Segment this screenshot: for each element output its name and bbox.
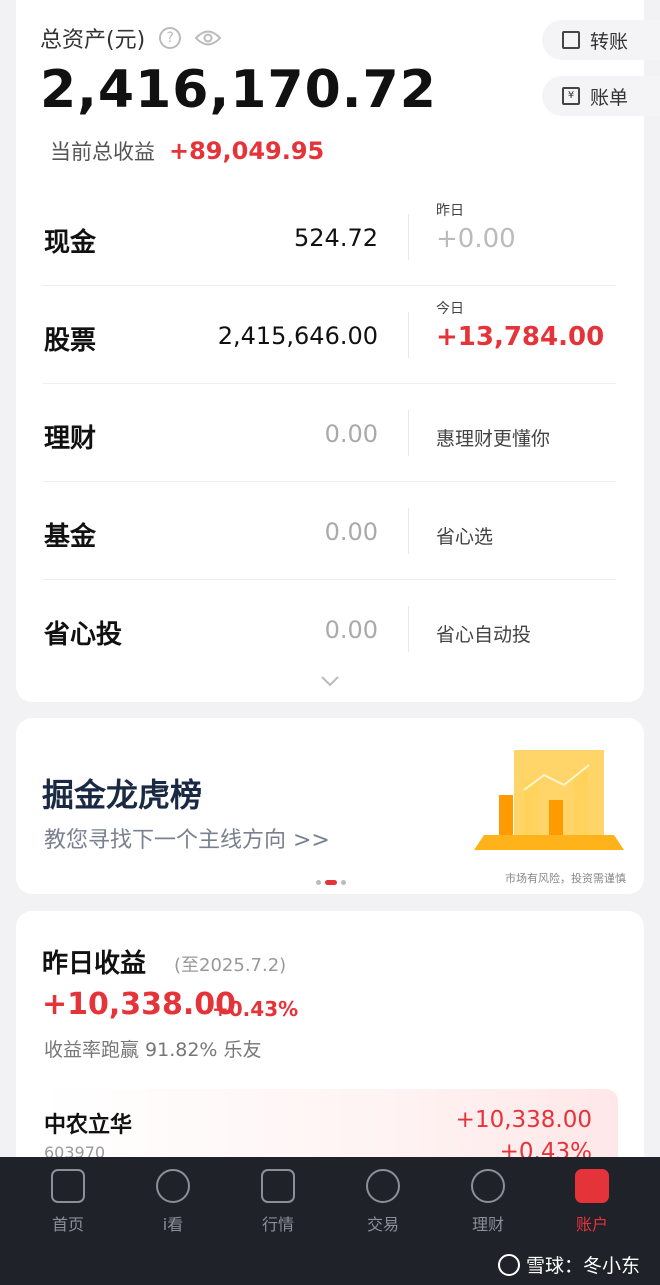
asset-name: 省心投 (44, 620, 123, 650)
wealth-icon (471, 1169, 505, 1203)
risk-disclaimer: 市场有风险，投资需谨慎 (505, 872, 626, 885)
carousel-dot-active (325, 880, 337, 885)
nav-account[interactable]: 账户 (552, 1169, 632, 1235)
row-divider (408, 606, 409, 652)
snowball-logo-icon (497, 1253, 520, 1276)
watermark-text: 雪球：冬小东 (525, 1255, 640, 1277)
total-assets-label-row: 总资产(元) ? (40, 22, 222, 54)
yesterday-profit-title: 昨日收益 (42, 949, 147, 979)
nav-label: 理财 (471, 1215, 504, 1234)
transfer-button[interactable]: 转账 (542, 20, 660, 60)
nav-trade[interactable]: 交易 (343, 1169, 423, 1235)
asset-note: 省心选 (436, 526, 494, 548)
asset-note: 省心自动投 (436, 624, 532, 646)
chart-icon (261, 1169, 295, 1203)
yesterday-profit-date: (至2025.7.2) (174, 955, 287, 976)
asset-name: 股票 (44, 326, 97, 356)
asset-name: 理财 (44, 424, 97, 454)
carousel-dots (316, 880, 346, 885)
nav-watch[interactable]: i看 (133, 1169, 213, 1235)
nav-market[interactable]: 行情 (238, 1169, 318, 1235)
banner-subtitle: 教您寻找下一个主线方向 >> (44, 828, 330, 853)
row-divider (408, 214, 409, 260)
play-icon (156, 1169, 190, 1203)
total-assets-value: 2,416,170.72 (40, 60, 437, 120)
bill-label: 账单 (590, 86, 629, 109)
nav-label: 行情 (261, 1215, 294, 1234)
yesterday-profit-value: +10,338.00 (42, 987, 237, 1022)
banner-chart-illustration (474, 740, 624, 874)
asset-card: 总资产(元) ? 2,416,170.72 当前总收益 +89,049.95 转… (16, 0, 660, 702)
total-assets-label: 总资产(元) (40, 28, 146, 53)
bottom-navigation: 首页 i看 行情 交易 理财 账户 雪球：冬小东 (0, 1157, 660, 1285)
transfer-icon (562, 31, 580, 49)
asset-name: 基金 (44, 522, 97, 552)
asset-row-stocks[interactable]: 股票 2,415,646.00 今日 +13,784.00 (42, 286, 616, 384)
nav-wealth[interactable]: 理财 (448, 1169, 528, 1235)
asset-amount: 0.00 (324, 616, 378, 644)
nav-label: 交易 (366, 1215, 399, 1234)
home-icon (51, 1169, 85, 1203)
asset-amount: 2,415,646.00 (217, 322, 378, 350)
exchange-icon (366, 1169, 400, 1203)
help-icon[interactable]: ? (159, 27, 182, 49)
row-divider (408, 410, 409, 456)
account-icon (575, 1169, 609, 1203)
nav-label: 账户 (575, 1215, 608, 1234)
asset-amount: 0.00 (324, 420, 378, 448)
asset-name: 现金 (44, 228, 97, 258)
eye-icon[interactable] (195, 29, 222, 47)
banner-title: 掘金龙虎榜 (42, 776, 203, 814)
asset-row-auto-invest[interactable]: 省心投 0.00 省心自动投 (42, 580, 616, 678)
total-profit-row: 当前总收益 +89,049.95 (50, 136, 324, 166)
watermark: 雪球：冬小东 (497, 1251, 640, 1278)
total-profit-label: 当前总收益 (50, 140, 155, 164)
asset-row-wealth[interactable]: 理财 0.00 惠理财更懂你 (42, 384, 616, 482)
row-divider (408, 508, 409, 554)
chevron-down-icon[interactable] (320, 672, 340, 691)
row-divider (408, 312, 409, 358)
total-profit-value: +89,049.95 (169, 137, 325, 165)
bill-button[interactable]: ¥ 账单 (542, 76, 660, 116)
asset-amount: 0.00 (324, 518, 378, 546)
nav-label: i看 (162, 1215, 184, 1234)
yesterday-profit-rank: 收益率跑赢 91.82% 乐友 (44, 1039, 262, 1061)
asset-row-fund[interactable]: 基金 0.00 省心选 (42, 482, 616, 580)
stock-name: 中农立华 (44, 1113, 133, 1138)
asset-sub-value: +13,784.00 (436, 322, 605, 352)
stock-profit: +10,338.00 (455, 1107, 592, 1133)
asset-note: 惠理财更懂你 (436, 428, 551, 450)
bill-icon: ¥ (562, 87, 580, 105)
yesterday-profit-pct: +0.43% (212, 997, 299, 1021)
nav-label: 首页 (51, 1215, 84, 1234)
carousel-dot (341, 880, 346, 885)
nav-home[interactable]: 首页 (28, 1169, 108, 1235)
transfer-label: 转账 (590, 30, 629, 53)
asset-amount: 524.72 (294, 224, 378, 252)
promo-banner[interactable]: 掘金龙虎榜 教您寻找下一个主线方向 >> 市场有风险，投资需谨慎 (16, 718, 644, 894)
asset-row-cash[interactable]: 现金 524.72 昨日 +0.00 (42, 188, 616, 286)
carousel-dot (316, 880, 321, 885)
asset-sub-value: +0.00 (436, 224, 516, 254)
asset-sub-label: 今日 (436, 301, 464, 317)
asset-sub-label: 昨日 (436, 203, 464, 219)
